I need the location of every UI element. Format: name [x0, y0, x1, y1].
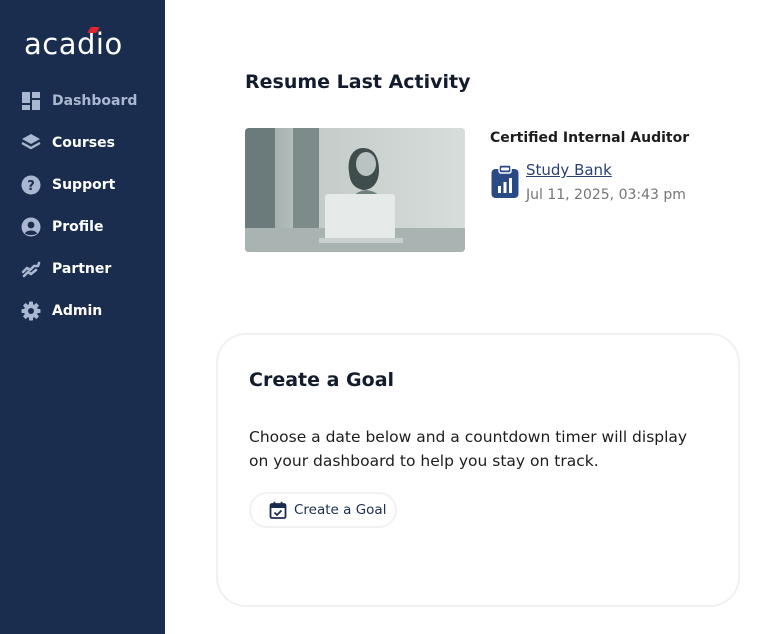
- goal-card-description: Choose a date below and a countdown time…: [249, 428, 688, 470]
- dashboard-icon: [21, 91, 41, 111]
- sidebar-nav: Dashboard Courses ? Support Profile Part…: [0, 80, 165, 332]
- sidebar-item-admin[interactable]: Admin: [0, 290, 165, 332]
- sidebar-item-label: Partner: [52, 261, 112, 277]
- sidebar-item-label: Admin: [52, 303, 103, 319]
- resume-section-title: Resume Last Activity: [245, 71, 471, 93]
- sidebar: acadio Dashboard Courses ? Support Profi…: [0, 0, 165, 634]
- logo-text: acadio: [24, 27, 123, 61]
- main-content: Resume Last Activity Certified Internal …: [165, 0, 769, 634]
- gear-icon: [21, 301, 41, 321]
- create-goal-button[interactable]: Create a Goal: [249, 492, 397, 528]
- clipboard-chart-icon: [490, 164, 520, 200]
- help-icon: ?: [21, 175, 41, 195]
- course-thumbnail[interactable]: [245, 128, 465, 252]
- sidebar-item-courses[interactable]: Courses: [0, 122, 165, 164]
- layers-icon: [21, 133, 41, 153]
- sidebar-item-label: Courses: [52, 135, 115, 151]
- user-icon: [21, 217, 41, 237]
- last-activity-timestamp: Jul 11, 2025, 03:43 pm: [526, 187, 686, 203]
- goal-card-title: Create a Goal: [249, 369, 395, 391]
- sidebar-item-profile[interactable]: Profile: [0, 206, 165, 248]
- logo[interactable]: acadio: [24, 26, 142, 62]
- sidebar-item-label: Dashboard: [52, 93, 138, 109]
- calendar-check-icon: [269, 501, 294, 519]
- sidebar-item-support[interactable]: ? Support: [0, 164, 165, 206]
- sidebar-item-dashboard[interactable]: Dashboard: [0, 80, 165, 122]
- sidebar-item-label: Profile: [52, 219, 104, 235]
- create-goal-button-label: Create a Goal: [294, 502, 387, 518]
- sidebar-item-partner[interactable]: Partner: [0, 248, 165, 290]
- app: acadio Dashboard Courses ? Support Profi…: [0, 0, 769, 634]
- course-name: Certified Internal Auditor: [490, 130, 690, 146]
- create-goal-card: Create a Goal Choose a date below and a …: [216, 333, 740, 607]
- svg-text:?: ?: [27, 179, 35, 194]
- handshake-icon: [21, 259, 41, 279]
- study-bank-link[interactable]: Study Bank: [526, 161, 612, 179]
- sidebar-item-label: Support: [52, 177, 116, 193]
